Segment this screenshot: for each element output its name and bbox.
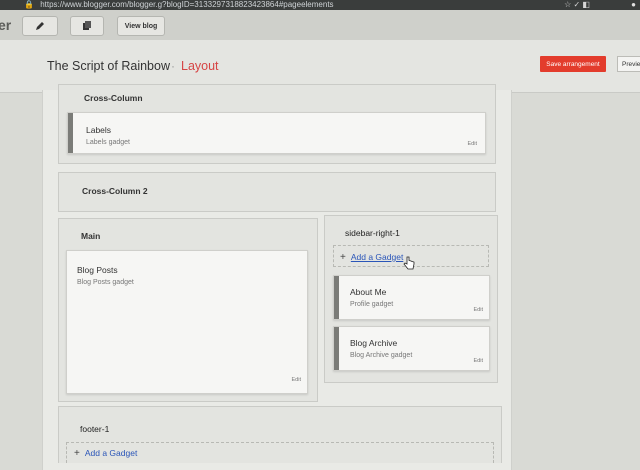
preview-button[interactable]: Previe [617,56,640,72]
drag-handle[interactable] [68,113,73,153]
user-menu-icon[interactable]: ● [631,0,636,10]
title-separator: · [171,59,175,73]
plus-icon: + [74,448,80,459]
new-post-button[interactable] [22,16,58,36]
labels-gadget[interactable]: Labels Labels gadget Edit [67,112,486,154]
editor-toolbar: er View blog [0,10,640,40]
blog-title[interactable]: The Script of Rainbow [47,59,170,73]
blogger-logo: er [0,17,12,33]
page-title: Layout [181,59,219,73]
gadget-subtitle: Blog Archive gadget [350,352,413,359]
blog-posts-gadget[interactable]: Blog Posts Blog Posts gadget Edit [66,250,308,394]
gadget-title: Labels [86,125,112,135]
gadget-title: Blog Posts [77,265,118,275]
edit-link[interactable]: Edit [292,377,301,383]
cross-column-2-title: Cross-Column 2 [82,186,148,196]
gadget-subtitle: Blog Posts gadget [77,279,134,286]
view-blog-button[interactable]: View blog [117,16,165,36]
edit-link[interactable]: Edit [474,307,483,313]
drag-handle[interactable] [334,276,339,319]
blog-archive-gadget[interactable]: Blog Archive Blog Archive gadget Edit [333,326,490,371]
main-title: Main [81,231,101,241]
footer-add-gadget[interactable]: + Add a Gadget [66,442,494,463]
posts-list-button[interactable] [70,16,104,36]
edit-link[interactable]: Edit [474,358,483,364]
footer-title: footer-1 [80,424,110,434]
gadget-subtitle: Profile gadget [350,301,394,308]
gadget-title: About Me [350,287,387,297]
cross-column-title: Cross-Column [84,93,143,103]
lock-icon: 🔒 [24,0,34,9]
hand-cursor-icon [403,256,415,270]
add-gadget-link[interactable]: Add a Gadget [85,448,137,458]
address-url[interactable]: https://www.blogger.com/blogger.g?blogID… [40,0,333,9]
sidebar-title: sidebar-right-1 [345,228,400,238]
plus-icon: + [340,252,346,263]
copy-icon [83,21,91,30]
gadget-title: Blog Archive [350,338,398,348]
browser-address-bar: 🔒 https://www.blogger.com/blogger.g?blog… [0,0,640,10]
drag-handle[interactable] [334,327,339,370]
pencil-icon [36,22,44,30]
edit-link[interactable]: Edit [468,141,477,147]
about-me-gadget[interactable]: About Me Profile gadget Edit [333,275,490,320]
bookmark-star-icon[interactable]: ☆ ✓ ◧ [564,0,590,10]
gadget-subtitle: Labels gadget [86,139,130,146]
save-arrangement-button[interactable]: Save arrangement [540,56,606,72]
add-gadget-link[interactable]: Add a Gadget [351,252,403,262]
